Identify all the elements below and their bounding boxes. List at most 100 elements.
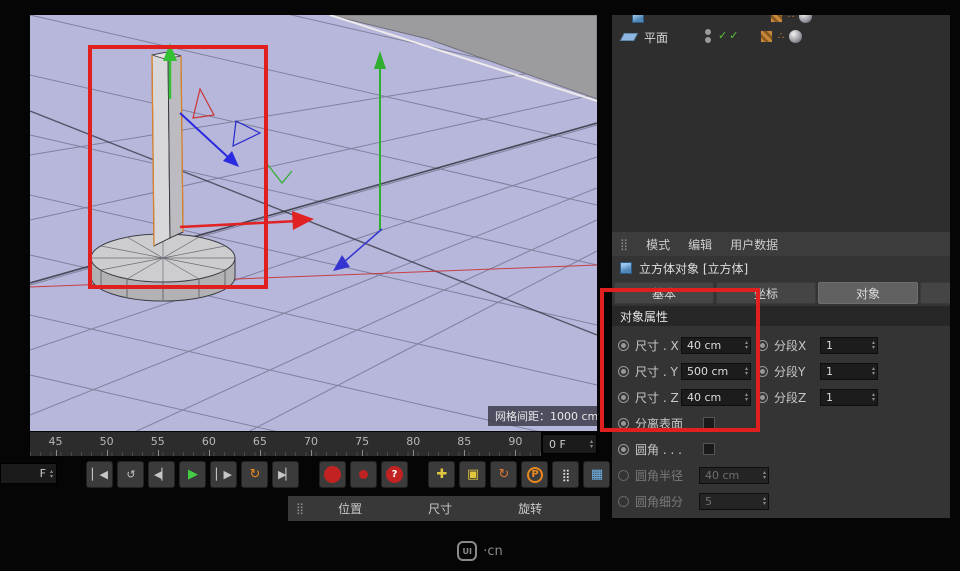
timeline-tick[interactable]: 45	[30, 432, 81, 456]
value-field[interactable]: 1 ▴ ▾	[820, 388, 878, 406]
timeline-tick[interactable]: 60	[183, 432, 234, 456]
viewport-scene	[30, 15, 597, 431]
cube-object[interactable]	[151, 51, 184, 247]
loop-button[interactable]: ↻	[241, 461, 268, 488]
timeline-tick[interactable]: 75	[337, 432, 388, 456]
grip-icon[interactable]: ⣿	[620, 238, 628, 251]
timeline-tick[interactable]: 55	[132, 432, 183, 456]
workplane-button[interactable]: ▦	[583, 461, 610, 488]
cube-icon	[620, 262, 632, 274]
keyframe-radio[interactable]	[618, 391, 629, 403]
next-frame-button[interactable]: ▏▶	[210, 461, 237, 488]
attribute-tab[interactable]: 对象	[818, 282, 918, 304]
value-field[interactable]: 1 ▴ ▾	[820, 336, 878, 354]
attribute-tab[interactable]: 坐标	[716, 282, 816, 304]
rotate-tool-button[interactable]: ↻	[490, 461, 517, 488]
value-field-disabled: 40 cm ▴ ▾	[699, 466, 769, 484]
timeline-ruler[interactable]: 45 50 55 60 65 70 75 80 85 90	[30, 432, 541, 456]
property-label: 圆角 . . .	[635, 442, 682, 457]
prev-frame-button[interactable]: ◀▏	[148, 461, 175, 488]
property-label: 尺寸 . Z	[635, 390, 679, 405]
attribute-title-text: 立方体对象 [立方体]	[639, 261, 749, 276]
grip-icon[interactable]: ⣿	[296, 502, 304, 515]
phong-tag-icon[interactable]	[789, 30, 803, 43]
record-button[interactable]	[319, 461, 346, 488]
spinner-icon: ▴ ▾	[762, 495, 766, 507]
question-button[interactable]: ?	[381, 461, 408, 488]
keyframe-radio[interactable]	[757, 365, 768, 377]
spinner-icon[interactable]: ▴ ▾	[50, 468, 53, 479]
dots-tag-icon[interactable]: ∴	[778, 31, 784, 42]
coordinates-header-bar: ⣿ 位置 尺寸 旋转	[288, 496, 600, 521]
phong-tag-icon[interactable]	[799, 15, 813, 23]
property-row-disabled: 圆角半径 40 cm ▴ ▾	[612, 462, 950, 488]
spinner-icon[interactable]: ▴ ▾	[872, 366, 875, 377]
spinner-icon[interactable]: ▴ ▾	[745, 392, 748, 403]
timeline-tick[interactable]: 50	[81, 432, 132, 456]
value-field[interactable]: 40 cm ▴ ▾	[681, 388, 751, 406]
attribute-tab[interactable]: 基本	[614, 282, 714, 304]
object-row-plane[interactable]: 平面 ✓✓ ∴	[612, 27, 950, 47]
dots-button[interactable]: ⣿	[552, 461, 579, 488]
autokey-button[interactable]	[350, 461, 377, 488]
keyframe-radio[interactable]	[618, 417, 629, 429]
keyframe-radio[interactable]	[618, 443, 629, 455]
spinner-icon[interactable]: ▴ ▾	[872, 392, 875, 403]
dots-tag-icon[interactable]: ∴	[788, 15, 794, 21]
menu-edit[interactable]: 编辑	[688, 236, 712, 253]
spinner-icon[interactable]: ▴ ▾	[590, 439, 593, 450]
keyframe-radio[interactable]	[618, 339, 629, 351]
property-row: 尺寸 . Y 500 cm ▴ ▾ 分段Y 1 ▴ ▾	[612, 358, 950, 384]
visibility-dots[interactable]	[705, 29, 711, 43]
coord-system-button[interactable]: P	[521, 461, 548, 488]
timeline-tick[interactable]: 90	[490, 432, 541, 456]
play-button[interactable]: ▶	[179, 461, 206, 488]
jump-start-button[interactable]: ▏◀	[86, 461, 113, 488]
keyframe-radio	[618, 495, 629, 507]
property-row-disabled: 圆角细分 5 ▴ ▾	[612, 488, 950, 514]
spinner-icon[interactable]: ▴ ▾	[745, 366, 748, 377]
attribute-title: 立方体对象 [立方体]	[612, 256, 950, 280]
value-field[interactable]: 500 cm ▴ ▾	[681, 362, 751, 380]
keyframe-radio[interactable]	[618, 365, 629, 377]
viewport-3d[interactable]: 网格间距：1000 cm	[30, 15, 597, 431]
keyframe-radio[interactable]	[757, 339, 768, 351]
play-reverse-button[interactable]: ↺	[117, 461, 144, 488]
property-label: 圆角半径	[635, 468, 684, 483]
move-tool-button[interactable]: ✚	[428, 461, 455, 488]
spinner-icon[interactable]: ▴ ▾	[745, 340, 748, 351]
attribute-tab[interactable]: 平滑	[920, 282, 950, 304]
timeline-tick[interactable]: 70	[285, 432, 336, 456]
scale-tool-button[interactable]: ▣	[459, 461, 486, 488]
enabled-checks[interactable]: ✓✓	[718, 29, 740, 42]
cylinder-base[interactable]	[90, 233, 236, 302]
checkbox[interactable]	[703, 417, 715, 429]
texture-tag-icon[interactable]	[760, 30, 773, 43]
plane-object[interactable]	[329, 15, 597, 102]
property-label: 尺寸 . Y	[635, 364, 678, 379]
keyframe-radio[interactable]	[757, 391, 768, 403]
property-row: 尺寸 . Z 40 cm ▴ ▾ 分段Z 1 ▴ ▾	[612, 384, 950, 410]
checkbox[interactable]	[703, 443, 715, 455]
keyframe-radio	[618, 469, 629, 481]
frame-field-left[interactable]: F ▴ ▾	[0, 463, 57, 484]
property-label: 分离表面	[635, 416, 684, 431]
value-field[interactable]: 40 cm ▴ ▾	[681, 336, 751, 354]
menu-mode[interactable]: 模式	[646, 236, 670, 253]
grid-spacing-label: 网格间距：1000 cm	[488, 406, 597, 426]
menu-user-data[interactable]: 用户数据	[730, 236, 778, 253]
spinner-icon[interactable]: ▴ ▾	[872, 340, 875, 351]
current-frame-field[interactable]: 0 F ▴ ▾	[542, 434, 597, 454]
timeline-tick[interactable]: 80	[388, 432, 439, 456]
normal-marker-green	[267, 164, 293, 184]
x-axis-arrow	[292, 211, 314, 230]
object-row-partial[interactable]: ∴	[612, 15, 950, 27]
jump-end-button[interactable]: ▶▏	[272, 461, 299, 488]
timeline-tick[interactable]: 85	[439, 432, 490, 456]
watermark: UI ·cn	[0, 541, 960, 561]
object-axis-gizmo[interactable]	[163, 43, 314, 230]
timeline-tick[interactable]: 65	[234, 432, 285, 456]
value-field[interactable]: 1 ▴ ▾	[820, 362, 878, 380]
texture-tag-icon[interactable]	[770, 15, 783, 23]
header-rotation: 旋转	[518, 502, 543, 516]
